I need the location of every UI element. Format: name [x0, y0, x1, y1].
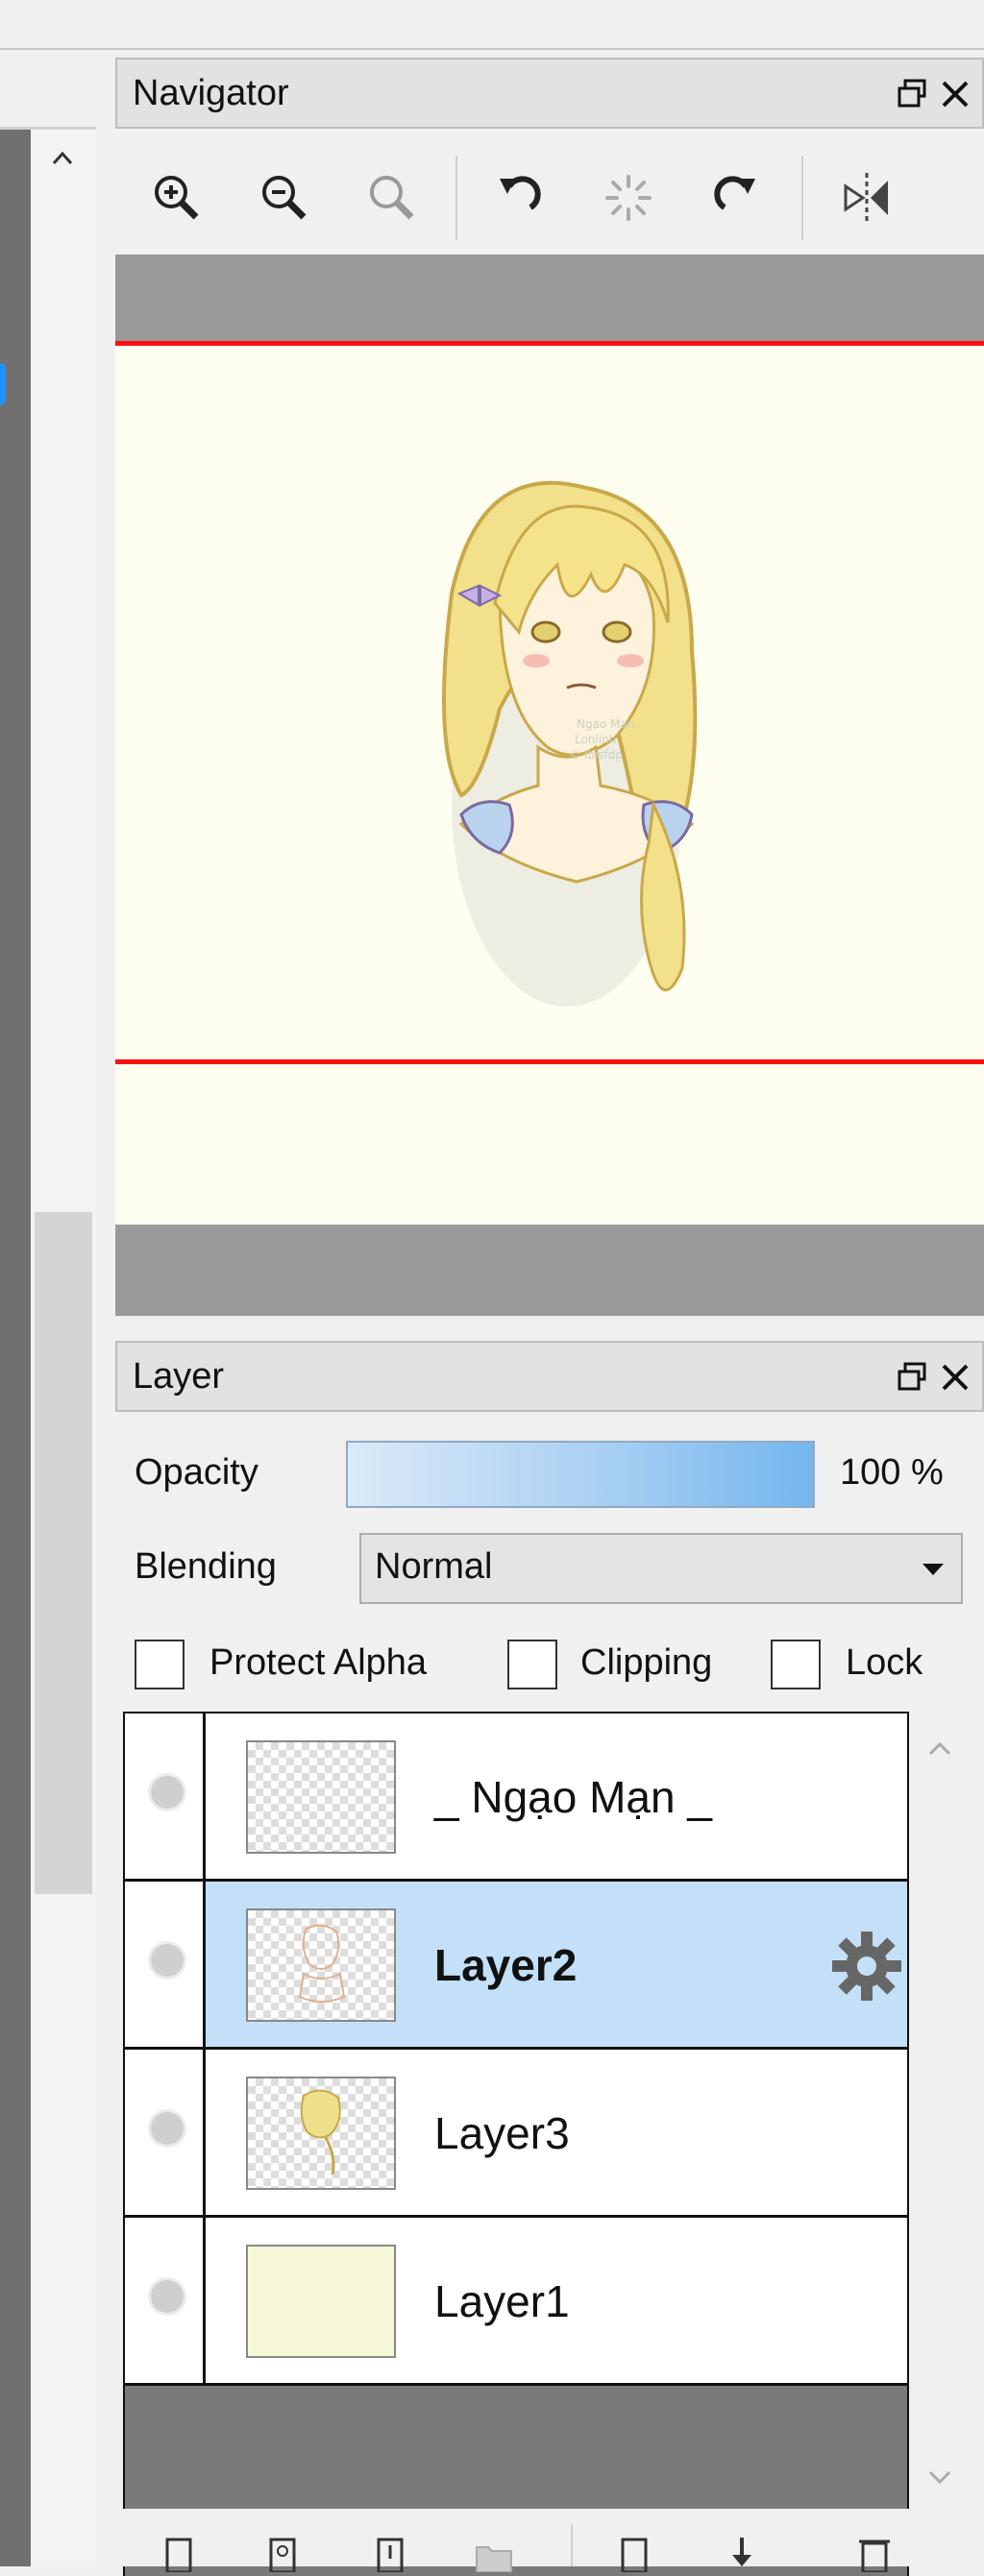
clipping-checkbox[interactable] — [507, 1640, 557, 1689]
layer-scroll-down-icon[interactable] — [921, 2459, 959, 2497]
layer-panel-header[interactable]: Layer — [115, 1341, 984, 1412]
visibility-toggle[interactable] — [125, 2218, 206, 2383]
layer-item[interactable]: Layer3 — [206, 2050, 907, 2215]
protect-alpha-checkbox[interactable] — [135, 1640, 184, 1689]
copy-layer-icon[interactable] — [613, 2534, 655, 2572]
visibility-icon — [148, 1773, 186, 1811]
protect-alpha-label: Protect Alpha — [209, 1642, 428, 1683]
layer-scroll-up-icon[interactable] — [921, 1729, 959, 1767]
layer-name: Layer3 — [434, 2108, 570, 2158]
close-icon[interactable] — [936, 75, 974, 113]
left-panel-edge — [0, 130, 31, 2566]
layer-row[interactable]: _ Ngạo Mạn _ — [125, 1713, 907, 1882]
toolbar-separator — [571, 2524, 573, 2566]
layer-thumbnail — [246, 1908, 396, 2022]
navigator-preview[interactable]: Ngạo Mạn Lonlinh © Ibisfdp — [115, 255, 984, 1316]
navigator-header[interactable]: Navigator — [115, 58, 984, 129]
chevron-down-icon — [922, 1564, 944, 1575]
left-scrollbar-thumb[interactable] — [35, 1212, 92, 1894]
close-icon[interactable] — [936, 1358, 974, 1397]
layer-row[interactable]: Layer3 — [125, 2050, 907, 2218]
layer-list[interactable]: _ Ngạo Mạn _ Layer2 Layer3 Layer1 — [123, 1712, 909, 2576]
new-folder-icon[interactable] — [473, 2534, 515, 2572]
layer-item[interactable]: _ Ngạo Mạn _ — [206, 1713, 907, 1879]
layer-name: _ Ngạo Mạn _ — [434, 1772, 712, 1822]
top-strip — [0, 0, 984, 50]
opacity-label: Opacity — [135, 1452, 258, 1493]
svg-text:© Ibisfdp: © Ibisfdp — [569, 748, 623, 762]
duplicate-layer-icon[interactable] — [261, 2534, 304, 2572]
layer-bottom-toolbar — [115, 2509, 984, 2572]
new-layer-icon[interactable] — [158, 2534, 200, 2572]
rotate-left-icon[interactable] — [486, 165, 552, 231]
layer-name: Layer1 — [434, 2276, 570, 2326]
canvas-preview: Ngạo Mạn Lonlinh © Ibisfdp — [115, 344, 984, 1225]
zoom-reset-icon[interactable] — [359, 165, 425, 231]
zoom-in-icon[interactable] — [144, 165, 209, 231]
layer-row-selected[interactable]: Layer2 — [125, 1882, 907, 2050]
restore-window-icon[interactable] — [894, 1358, 932, 1397]
clipping-label: Clipping — [580, 1642, 713, 1683]
svg-text:Ngạo Mạn: Ngạo Mạn — [577, 717, 634, 731]
visibility-toggle[interactable] — [125, 2050, 206, 2215]
navigator-title: Navigator — [133, 73, 289, 113]
visibility-icon — [148, 1941, 186, 1980]
blending-label: Blending — [135, 1546, 277, 1587]
layer-thumbnail — [246, 2077, 396, 2190]
character-illustration: Ngạo Mạn Lonlinh © Ibisfdp — [442, 480, 698, 1007]
layer-name: Layer2 — [434, 1940, 578, 1990]
toolbar-separator — [455, 156, 457, 240]
visibility-icon — [148, 2277, 186, 2316]
rotate-reset-icon[interactable] — [596, 165, 661, 231]
layer-thumbnail — [246, 2245, 396, 2358]
navigator-toolbar — [115, 144, 984, 252]
scroll-up-icon[interactable] — [48, 144, 77, 173]
layer-item[interactable]: Layer2 — [206, 1882, 907, 2047]
visibility-toggle[interactable] — [125, 1713, 206, 1879]
layer-row[interactable]: Layer1 — [125, 2218, 907, 2386]
rotate-right-icon[interactable] — [703, 165, 769, 231]
merge-down-icon[interactable] — [721, 2534, 763, 2572]
blending-dropdown[interactable]: Normal — [359, 1533, 963, 1604]
lock-label: Lock — [846, 1642, 923, 1683]
layer-thumbnail-sketch — [298, 1924, 346, 2003]
restore-window-icon[interactable] — [894, 75, 932, 113]
canvas-frame-bottom — [115, 1059, 984, 1064]
flip-horizontal-icon[interactable] — [834, 165, 899, 231]
canvas-frame-top — [115, 341, 984, 346]
svg-text:Lonlinh: Lonlinh — [575, 733, 616, 746]
opacity-value: 100 % — [840, 1452, 944, 1493]
visibility-toggle[interactable] — [125, 1882, 206, 2047]
layer-item[interactable]: Layer1 — [206, 2218, 907, 2383]
layer-thumbnail — [246, 1740, 396, 1854]
layer-thumbnail-sketch — [300, 2089, 341, 2175]
layer-panel-title: Layer — [133, 1356, 225, 1397]
new-1bit-layer-icon[interactable] — [369, 2534, 411, 2572]
delete-layer-icon[interactable] — [853, 2534, 896, 2572]
left-selection-marker — [0, 363, 6, 405]
visibility-icon — [148, 2109, 186, 2148]
gear-icon[interactable] — [828, 1928, 905, 2005]
zoom-out-icon[interactable] — [252, 165, 317, 231]
lock-checkbox[interactable] — [771, 1640, 821, 1689]
blending-value: Normal — [375, 1546, 493, 1587]
opacity-slider[interactable] — [346, 1441, 815, 1508]
toolbar-separator — [801, 156, 803, 240]
